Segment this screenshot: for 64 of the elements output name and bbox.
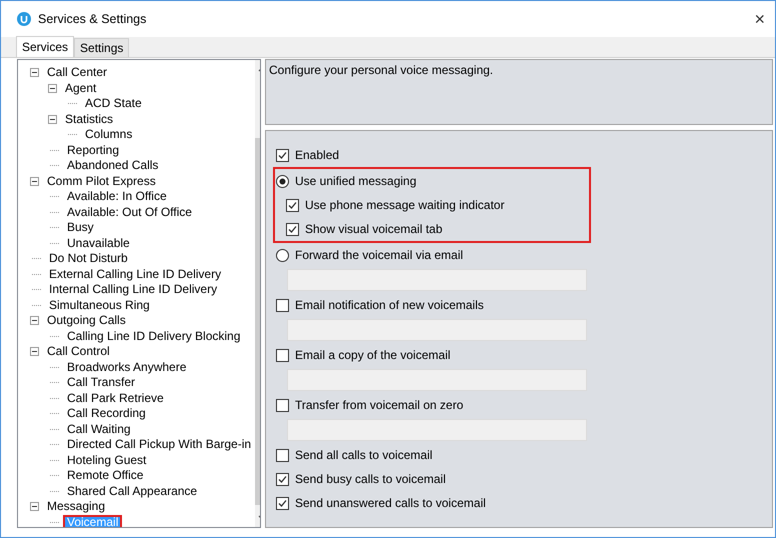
radio-button[interactable]	[276, 248, 289, 262]
checkbox[interactable]	[276, 398, 289, 412]
option-label: Use unified messaging	[295, 174, 416, 188]
collapse-icon[interactable]	[30, 502, 39, 512]
option-label: Show visual voicemail tab	[305, 222, 442, 236]
tree-item[interactable]: Columns	[81, 127, 136, 142]
option-label: Use phone message waiting indicator	[305, 198, 504, 212]
checkbox[interactable]	[276, 472, 289, 486]
tree-item[interactable]: Agent	[61, 80, 100, 96]
tree-item[interactable]: Hoteling Guest	[63, 452, 150, 468]
option-label: Forward the voicemail via email	[295, 248, 464, 262]
tree-item[interactable]: External Calling Line ID Delivery	[45, 266, 226, 282]
close-button[interactable]: ×	[754, 8, 765, 30]
tab[interactable]: Services	[16, 36, 74, 57]
collapse-icon[interactable]	[48, 114, 57, 124]
collapse-icon[interactable]	[30, 347, 39, 356]
option-label: Email notification of new voicemails	[295, 298, 484, 312]
checkbox[interactable]	[286, 198, 299, 212]
checkbox[interactable]	[276, 298, 289, 312]
tree-item[interactable]: Broadworks Anywhere	[63, 360, 190, 375]
collapse-icon[interactable]	[48, 84, 57, 93]
tree-item[interactable]: Outgoing Calls	[43, 313, 130, 328]
tree-item[interactable]: Directed Call Pickup With Barge-in	[63, 437, 256, 452]
checkbox[interactable]	[286, 222, 299, 236]
option-label: Transfer from voicemail on zero	[295, 398, 464, 412]
option-label: Enabled	[295, 148, 340, 162]
tree-item[interactable]: Comm Pilot Express	[43, 174, 160, 189]
tree-item[interactable]: Remote Office	[63, 468, 148, 484]
collapse-icon[interactable]	[30, 316, 39, 326]
collapse-icon[interactable]	[30, 68, 39, 78]
tree-item[interactable]: Statistics	[61, 112, 118, 127]
app-logo-icon	[17, 12, 31, 26]
tree-item[interactable]: Call Transfer	[63, 375, 140, 390]
tree-item[interactable]: Do Not Disturb	[45, 251, 132, 266]
option-label: Send busy calls to voicemail	[295, 472, 446, 486]
tree-item[interactable]: Call Recording	[63, 406, 150, 422]
option-label: Email a copy of the voicemail	[295, 348, 450, 362]
tree-item[interactable]: Call Waiting	[63, 422, 135, 437]
checkbox[interactable]	[276, 148, 289, 162]
checkbox[interactable]	[276, 496, 289, 510]
option-label: Send all calls to voicemail	[295, 448, 432, 462]
tree-item[interactable]: Reporting	[63, 142, 124, 158]
tree-item[interactable]: Call Control	[43, 344, 114, 360]
tree-item[interactable]: Internal Calling Line ID Delivery	[45, 282, 222, 298]
checkbox[interactable]	[276, 448, 289, 462]
tree-item[interactable]: Messaging	[43, 499, 110, 514]
tree-item[interactable]: Available: In Office	[63, 189, 171, 204]
window-title: Services & Settings	[38, 12, 148, 26]
tree-item[interactable]: Unavailable	[63, 236, 134, 251]
description-text: Configure your personal voice messaging.	[269, 63, 494, 77]
tab[interactable]: Settings	[74, 38, 130, 57]
radio-button[interactable]	[276, 174, 289, 188]
tree-item[interactable]: Call Center	[43, 65, 112, 80]
checkbox[interactable]	[276, 348, 289, 362]
tree-item[interactable]: Available: Out Of Office	[63, 204, 196, 220]
tree-item[interactable]: Calling Line ID Delivery Blocking	[63, 328, 244, 344]
option-label: Send unanswered calls to voicemail	[295, 496, 486, 510]
tree-item[interactable]: ACD State	[81, 96, 146, 112]
tree-item[interactable]: Shared Call Appearance	[63, 484, 202, 499]
tree-item[interactable]: Simultaneous Ring	[45, 298, 154, 313]
tree-item[interactable]: Call Park Retrieve	[63, 390, 168, 406]
tree-item[interactable]: Abandoned Calls	[63, 158, 162, 174]
collapse-icon[interactable]	[30, 176, 39, 186]
tree-item[interactable]: Busy	[63, 220, 98, 236]
